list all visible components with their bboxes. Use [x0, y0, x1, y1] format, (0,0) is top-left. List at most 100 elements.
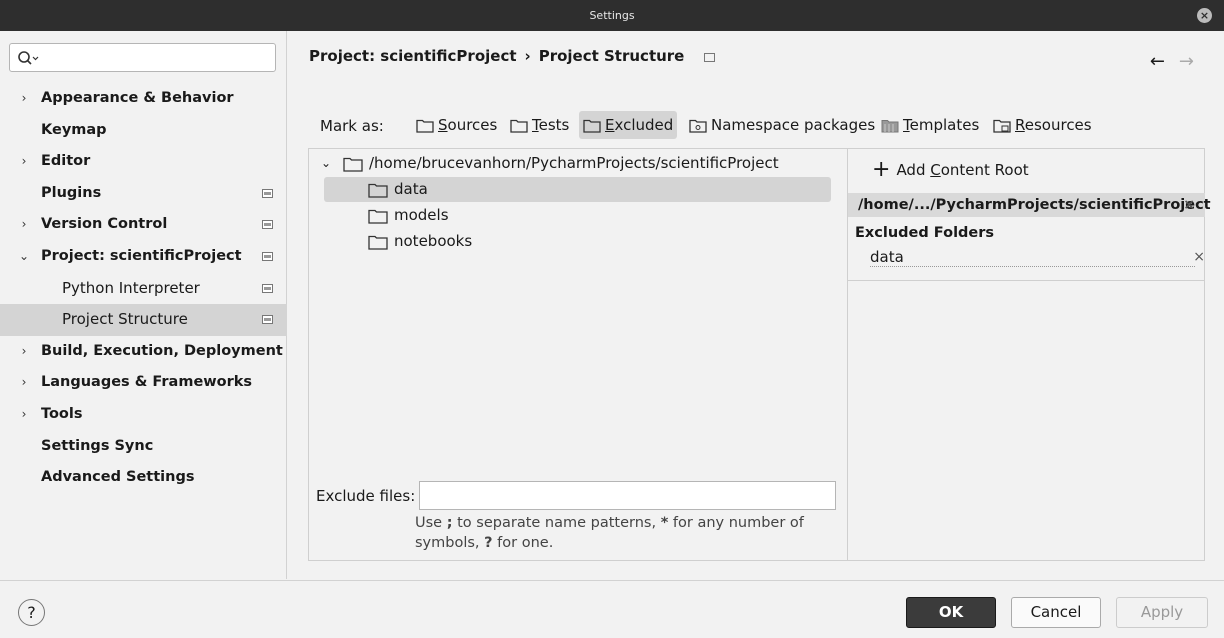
chevron-down-icon[interactable]: ⌄ — [321, 151, 343, 176]
mark-templates-button[interactable]: Templates — [877, 111, 983, 139]
chevron-right-icon[interactable]: › — [17, 83, 31, 115]
breadcrumb-separator: › — [524, 47, 531, 65]
breadcrumb-parent[interactable]: Project: scientificProject — [309, 47, 517, 65]
sidebar-item-label: Appearance & Behavior — [41, 90, 234, 106]
plus-icon: + — [872, 157, 891, 182]
add-content-root-button[interactable]: + Add Content Root — [872, 159, 1029, 181]
sidebar-item-label: Keymap — [41, 121, 107, 138]
folder-icon — [343, 157, 363, 172]
excluded-folders-section: Excluded Folders data × — [848, 219, 1205, 281]
namespace-folder-icon — [689, 119, 707, 133]
sidebar-item-label: Version Control — [41, 216, 168, 233]
sidebar-item-settings-sync[interactable]: Settings Sync — [0, 431, 287, 463]
tree-node-label: notebooks — [394, 232, 473, 250]
mark-tests-button[interactable]: Tests — [506, 111, 573, 139]
sidebar-item-label: Build, Execution, Deployment — [41, 342, 283, 359]
sidebar-item-tools[interactable]: › Tools — [0, 399, 287, 431]
sidebar-item-build[interactable]: › Build, Execution, Deployment — [0, 336, 287, 368]
apply-button[interactable]: Apply — [1116, 597, 1208, 628]
mark-as-toolbar: Mark as: Sources Tests Excluded Namespac… — [320, 111, 1210, 141]
sidebar-item-label: Python Interpreter — [62, 278, 200, 297]
chevron-right-icon[interactable]: › — [17, 209, 31, 241]
settings-sidebar: › Appearance & Behavior Keymap › Editor … — [0, 31, 287, 579]
mark-resources-button[interactable]: Resources — [989, 111, 1096, 139]
folder-icon — [368, 209, 388, 224]
content-root-path: /home/.../PycharmProjects/scientificProj… — [848, 193, 1211, 217]
chevron-right-icon[interactable]: › — [17, 399, 31, 431]
ok-button[interactable]: OK — [906, 597, 996, 628]
mark-sources-button[interactable]: Sources — [412, 111, 501, 139]
chevron-right-icon[interactable]: › — [17, 367, 31, 399]
excluded-folders-heading: Excluded Folders — [855, 225, 995, 241]
history-nav: ← → — [1136, 51, 1194, 72]
sidebar-item-keymap[interactable]: Keymap — [0, 115, 287, 147]
settings-content: Project: scientificProject › Project Struc… — [288, 31, 1224, 579]
dialog-footer: ? OK Cancel Apply — [0, 580, 1224, 638]
project-scope-icon — [262, 251, 273, 261]
tree-node-data[interactable]: data — [324, 177, 831, 202]
window-titlebar: Settings × — [0, 0, 1224, 31]
window-close-button[interactable]: × — [1197, 8, 1212, 23]
mark-as-label: Mark as: — [320, 117, 384, 135]
sidebar-item-project[interactable]: ⌄ Project: scientificProject — [0, 241, 287, 273]
project-scope-icon — [703, 53, 715, 62]
sidebar-item-appearance[interactable]: › Appearance & Behavior — [0, 83, 287, 115]
folder-icon — [368, 235, 388, 250]
tree-node-label: models — [394, 206, 449, 224]
exclude-files-label: Exclude files: — [316, 487, 416, 505]
breadcrumb-current: Project Structure — [538, 47, 685, 65]
search-input[interactable] — [9, 43, 276, 72]
help-button[interactable]: ? — [18, 599, 45, 626]
tree-node-label: data — [394, 180, 428, 198]
sidebar-item-languages[interactable]: › Languages & Frameworks — [0, 367, 287, 399]
back-arrow-button[interactable]: ← — [1150, 51, 1165, 72]
sidebar-item-python-interpreter[interactable]: Python Interpreter — [0, 273, 287, 305]
folder-icon — [368, 183, 388, 198]
chevron-right-icon[interactable]: › — [17, 146, 31, 178]
remove-excluded-icon[interactable]: × — [1193, 247, 1205, 267]
sidebar-item-label: Tools — [41, 405, 83, 422]
sidebar-item-label: Project: scientificProject — [41, 247, 242, 264]
sidebar-item-version-control[interactable]: › Version Control — [0, 209, 287, 241]
search-icon — [18, 51, 39, 65]
project-scope-icon — [262, 315, 273, 325]
folder-icon — [416, 119, 434, 133]
forward-arrow-button[interactable]: → — [1179, 51, 1194, 72]
sidebar-item-label: Editor — [41, 153, 91, 170]
settings-nav: › Appearance & Behavior Keymap › Editor … — [0, 83, 287, 494]
cancel-button[interactable]: Cancel — [1011, 597, 1101, 628]
tree-node-notebooks[interactable]: notebooks — [368, 229, 472, 254]
project-structure-panel: ⌄ /home/brucevanhorn/PycharmProjects/sci… — [308, 148, 1211, 561]
content-root-panel: + Add Content Root /home/.../PycharmProj… — [847, 149, 1211, 560]
templates-folder-icon — [881, 119, 899, 132]
project-scope-icon — [262, 188, 273, 198]
sidebar-item-plugins[interactable]: Plugins — [0, 178, 287, 210]
sidebar-item-label: Plugins — [41, 184, 102, 201]
sidebar-item-editor[interactable]: › Editor — [0, 146, 287, 178]
sidebar-item-label: Languages & Frameworks — [41, 374, 253, 391]
tree-node-label: /home/brucevanhorn/PycharmProjects/scien… — [369, 154, 779, 172]
excluded-folder-item: data × — [870, 248, 1205, 267]
remove-root-icon[interactable]: × — [1183, 193, 1195, 217]
project-scope-icon — [262, 220, 273, 230]
test-folder-icon — [510, 119, 528, 133]
sidebar-item-project-structure[interactable]: Project Structure — [0, 304, 287, 336]
exclude-files-hint: Use ; to separate name patterns, * for a… — [415, 515, 804, 551]
tree-root-node[interactable]: ⌄ /home/brucevanhorn/PycharmProjects/sci… — [321, 151, 779, 176]
breadcrumb: Project: scientificProject › Project Struc… — [309, 47, 715, 65]
sidebar-item-label: Advanced Settings — [41, 469, 195, 486]
project-scope-icon — [262, 283, 273, 293]
mark-excluded-button[interactable]: Excluded — [579, 111, 678, 139]
sidebar-item-advanced[interactable]: Advanced Settings — [0, 462, 287, 494]
sidebar-item-label: Project Structure — [62, 310, 188, 329]
exclude-files-input[interactable] — [419, 481, 836, 510]
content-tree: ⌄ /home/brucevanhorn/PycharmProjects/sci… — [309, 149, 846, 560]
chevron-down-icon[interactable]: ⌄ — [17, 241, 31, 273]
chevron-right-icon[interactable]: › — [17, 336, 31, 368]
mark-namespace-button[interactable]: Namespace packages — [685, 111, 879, 139]
window-title: Settings — [589, 9, 635, 22]
excluded-folder-icon — [583, 119, 601, 133]
sidebar-item-label: Settings Sync — [41, 437, 154, 454]
resources-folder-icon — [993, 119, 1011, 133]
tree-node-models[interactable]: models — [368, 203, 449, 228]
